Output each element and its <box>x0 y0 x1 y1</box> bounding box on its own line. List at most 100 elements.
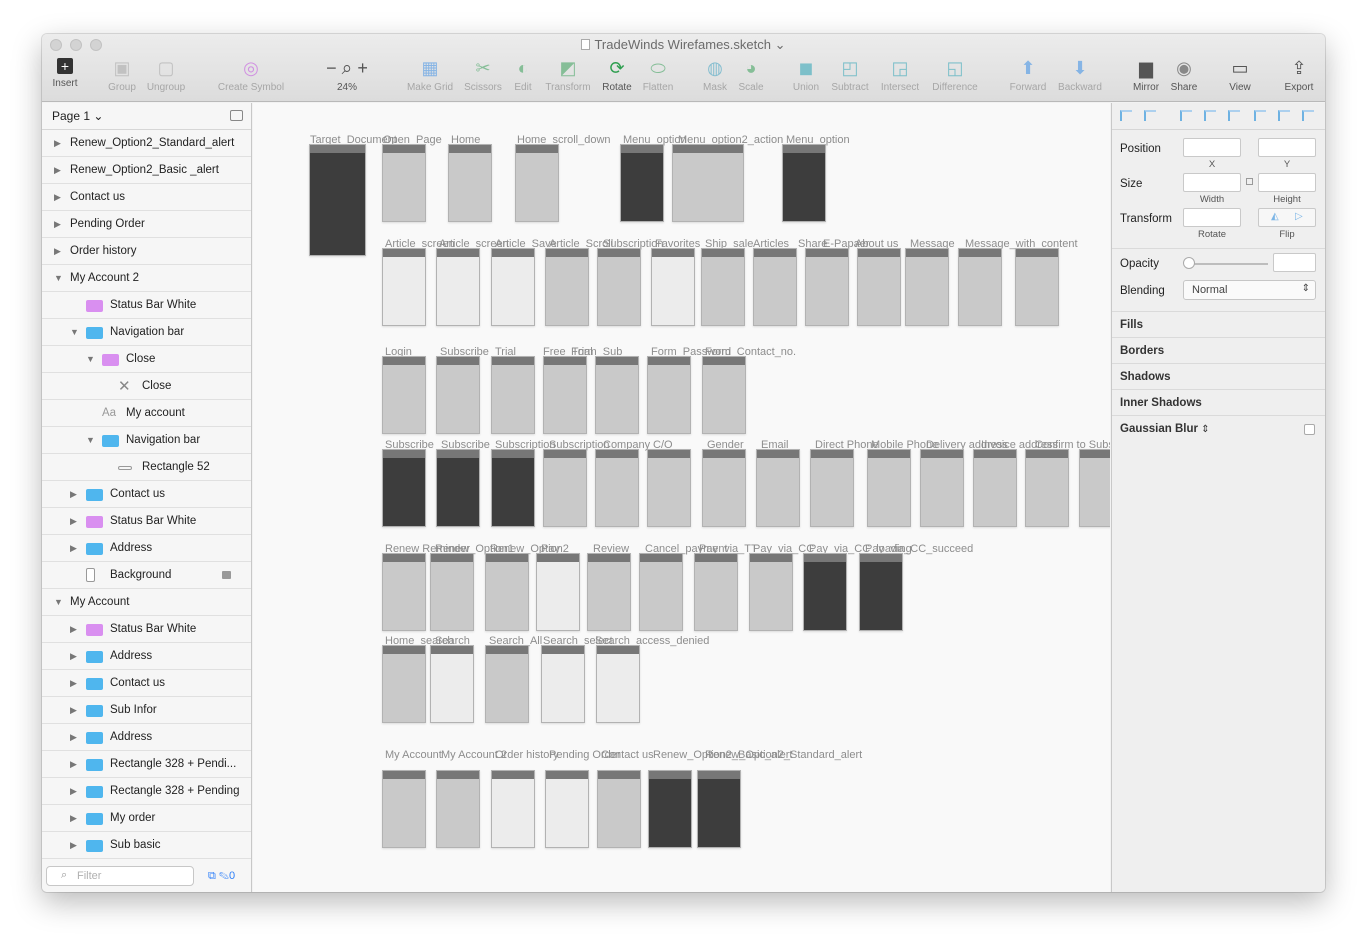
artboard-thumbnail[interactable] <box>382 770 426 848</box>
align-bottom-icon[interactable] <box>1302 110 1314 121</box>
artboard-thumbnail[interactable] <box>803 553 847 631</box>
layer-row[interactable]: ▶ Address <box>42 535 251 562</box>
disclosure-closed-icon[interactable]: ▶ <box>70 616 77 643</box>
lock-ratio-icon[interactable] <box>1246 178 1253 185</box>
zoom-control[interactable]: − ⌕ +24% <box>316 58 378 93</box>
mask-button[interactable]: ◍ Mask <box>698 58 732 93</box>
layer-row[interactable]: ▶ Status Bar White <box>42 616 251 643</box>
distribute-vertical-icon[interactable] <box>1144 110 1156 121</box>
artboard-thumbnail[interactable] <box>651 248 695 326</box>
artboard-thumbnail[interactable] <box>382 356 426 434</box>
width-field[interactable] <box>1183 173 1241 192</box>
artboard-thumbnail[interactable] <box>647 449 691 527</box>
page-selector[interactable]: Page 1 ⌄ <box>42 103 251 130</box>
flip-control[interactable]: ◭ ▷ <box>1258 208 1316 227</box>
layer-row[interactable]: ▼ Navigation bar <box>42 319 251 346</box>
share-button[interactable]: ◉ Share <box>1166 58 1202 93</box>
disclosure-closed-icon[interactable]: ▶ <box>70 643 77 670</box>
layer-row[interactable]: ▶ My order <box>42 805 251 832</box>
artboard-thumbnail[interactable] <box>753 248 797 326</box>
forward-button[interactable]: ⬆ Forward <box>1006 58 1050 93</box>
transform-button[interactable]: ◩ Transform <box>542 58 594 93</box>
gaussian-blur-section[interactable]: Gaussian Blur ⇕ <box>1112 415 1325 441</box>
opacity-slider-knob[interactable] <box>1183 257 1195 269</box>
opacity-field[interactable] <box>1273 253 1316 272</box>
artboard-thumbnail[interactable] <box>1015 248 1059 326</box>
disclosure-closed-icon[interactable]: ▶ <box>70 751 77 778</box>
disclosure-open-icon[interactable]: ▼ <box>86 427 95 454</box>
artboard-thumbnail[interactable] <box>309 144 366 256</box>
flatten-button[interactable]: ⬭ Flatten <box>638 58 678 93</box>
artboard-thumbnail[interactable] <box>859 553 903 631</box>
shadows-section[interactable]: Shadows <box>1112 363 1325 389</box>
view-button[interactable]: ▭ View <box>1222 58 1258 93</box>
layer-row[interactable]: ▼ My Account <box>42 589 251 616</box>
disclosure-closed-icon[interactable]: ▶ <box>54 211 61 238</box>
inner-shadows-section[interactable]: Inner Shadows <box>1112 389 1325 415</box>
artboard-thumbnail[interactable] <box>536 553 580 631</box>
artboard-thumbnail[interactable] <box>647 356 691 434</box>
artboard-thumbnail[interactable] <box>857 248 901 326</box>
artboard-thumbnail[interactable] <box>905 248 949 326</box>
flip-vertical-icon[interactable]: ▷ <box>1295 211 1303 222</box>
layer-row[interactable]: ▶ Rectangle 328 + Pending <box>42 778 251 805</box>
layer-row[interactable]: ▶ Address <box>42 724 251 751</box>
export-button[interactable]: ⇪ Export <box>1280 58 1318 93</box>
artboard-thumbnail[interactable] <box>973 449 1017 527</box>
layer-row[interactable]: ▶ Renew_Option2_Standard_alert <box>42 130 251 157</box>
layer-row[interactable]: ▶ Sub basic <box>42 832 251 859</box>
artboard-thumbnail[interactable] <box>701 248 745 326</box>
intersect-button[interactable]: ◲ Intersect <box>876 58 924 93</box>
disclosure-closed-icon[interactable]: ▶ <box>70 805 77 832</box>
layer-row[interactable]: Background <box>42 562 251 589</box>
height-field[interactable] <box>1258 173 1316 192</box>
difference-button[interactable]: ◱ Difference <box>926 58 984 93</box>
blending-select[interactable]: Normal ⇕ <box>1183 280 1316 300</box>
rotate-button[interactable]: ⟳ Rotate <box>598 58 636 93</box>
layer-row[interactable]: ▶ Renew_Option2_Basic _alert <box>42 157 251 184</box>
flip-horizontal-icon[interactable]: ◭ <box>1271 211 1279 222</box>
disclosure-closed-icon[interactable]: ▶ <box>70 778 77 805</box>
scissors-button[interactable]: ✂ Scissors <box>460 58 506 93</box>
slice-filter-icon[interactable]: ✎ <box>219 870 229 882</box>
zoom-out-icon[interactable]: − <box>326 58 337 78</box>
layer-row[interactable]: ▼ Navigation bar <box>42 427 251 454</box>
layer-row[interactable]: ▶ Status Bar White <box>42 508 251 535</box>
edit-button[interactable]: ◐ Edit <box>508 58 538 93</box>
artboard-thumbnail[interactable] <box>596 645 640 723</box>
artboard-thumbnail[interactable] <box>805 248 849 326</box>
disclosure-open-icon[interactable]: ▼ <box>54 265 63 292</box>
borders-section[interactable]: Borders <box>1112 337 1325 363</box>
union-button[interactable]: ◼ Union <box>788 58 824 93</box>
artboard-thumbnail[interactable] <box>694 553 738 631</box>
layer-row[interactable]: Status Bar White <box>42 292 251 319</box>
layer-row[interactable]: ▶ Pending Order <box>42 211 251 238</box>
artboard-thumbnail[interactable] <box>485 645 529 723</box>
opacity-slider[interactable] <box>1188 263 1268 265</box>
disclosure-closed-icon[interactable]: ▶ <box>70 481 77 508</box>
artboard-thumbnail[interactable] <box>382 645 426 723</box>
artboard-thumbnail[interactable] <box>597 770 641 848</box>
artboard-thumbnail[interactable] <box>436 770 480 848</box>
layer-row[interactable]: Aa My account <box>42 400 251 427</box>
disclosure-closed-icon[interactable]: ▶ <box>70 697 77 724</box>
layer-row[interactable]: ▼ My Account 2 <box>42 265 251 292</box>
artboard-thumbnail[interactable] <box>485 553 529 631</box>
layer-row[interactable]: ▶ Rectangle 328 + Pendi... <box>42 751 251 778</box>
layer-row[interactable]: Rectangle 52 <box>42 454 251 481</box>
artboard-thumbnail[interactable] <box>491 770 535 848</box>
artboard-thumbnail[interactable] <box>1025 449 1069 527</box>
artboard-label[interactable]: Renew_Option2_Standard_alert <box>705 749 862 761</box>
artboard-thumbnail[interactable] <box>648 770 692 848</box>
artboard-thumbnail[interactable] <box>430 645 474 723</box>
filter-options[interactable]: ⧉ ✎0 <box>208 870 235 883</box>
artboard-thumbnail[interactable] <box>515 144 559 222</box>
artboard-thumbnail[interactable] <box>491 248 535 326</box>
artboard-thumbnail[interactable] <box>541 645 585 723</box>
chevron-down-icon[interactable]: ⌄ <box>775 37 786 52</box>
layer-row[interactable]: ▶ Contact us <box>42 184 251 211</box>
artboard-thumbnail[interactable] <box>448 144 492 222</box>
artboard-thumbnail[interactable] <box>595 356 639 434</box>
align-left-icon[interactable] <box>1180 110 1192 121</box>
align-middle-icon[interactable] <box>1278 110 1290 121</box>
